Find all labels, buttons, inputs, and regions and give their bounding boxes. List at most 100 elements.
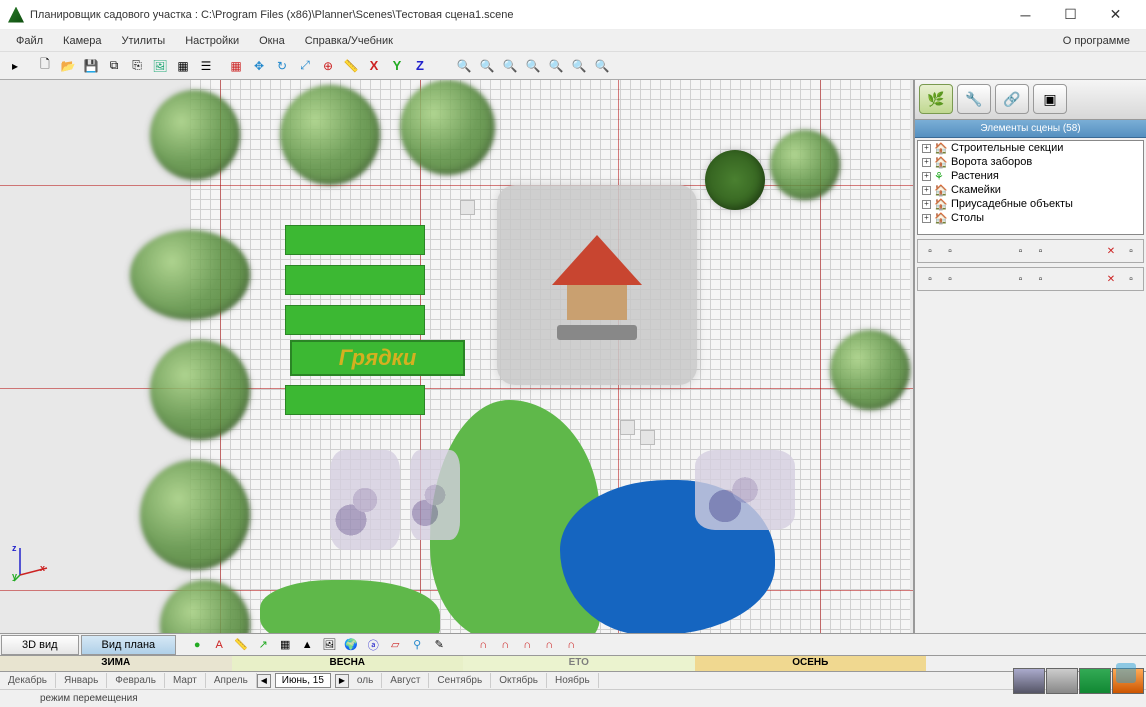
snap-3-icon[interactable]: 🔍 (499, 55, 521, 77)
month-oct[interactable]: Октябрь (491, 673, 547, 688)
axis-z-button[interactable]: Z (409, 55, 431, 77)
mini-btn-icon[interactable]: ▫ (921, 270, 939, 288)
snap-4-icon[interactable]: 🔍 (522, 55, 544, 77)
mini-btn-icon[interactable]: ▫ (941, 242, 959, 260)
magnet-icon[interactable]: ∩ (495, 636, 515, 654)
mini-btn-icon[interactable]: ▫ (1032, 270, 1050, 288)
rock-patch[interactable] (695, 450, 795, 530)
link-icon[interactable]: ⧉ (103, 55, 125, 77)
measure-icon[interactable]: 📏 (340, 55, 362, 77)
tab-3d-view[interactable]: 3D вид (1, 635, 79, 655)
month-jul[interactable]: оль (349, 673, 382, 688)
rock-patch[interactable] (330, 450, 400, 550)
menu-help[interactable]: Справка/Учебник (295, 32, 403, 50)
magnet-icon[interactable]: ∩ (473, 636, 493, 654)
bt-icon[interactable]: ▲ (297, 636, 317, 654)
tree-item[interactable]: +🏠Строительные секции (918, 141, 1143, 155)
mini-btn-icon[interactable]: ▫ (1012, 242, 1030, 260)
month-next-icon[interactable]: ▶ (335, 674, 349, 688)
menu-windows[interactable]: Окна (249, 32, 295, 50)
tab-link-icon[interactable]: 🔗 (995, 84, 1029, 114)
snap-7-icon[interactable]: 🔍 (591, 55, 613, 77)
bt-icon[interactable]: A (209, 636, 229, 654)
bt-icon[interactable]: 📏 (231, 636, 251, 654)
garden-bed[interactable] (285, 305, 425, 335)
tab-tools-icon[interactable]: 🔧 (957, 84, 991, 114)
bt-icon[interactable]: ● (187, 636, 207, 654)
garden-bed[interactable] (285, 265, 425, 295)
close-button[interactable]: ✕ (1093, 1, 1138, 29)
garden-bed-label[interactable]: Грядки (290, 340, 465, 376)
current-date[interactable]: Июнь, 15 (275, 673, 331, 688)
season-winter[interactable]: ЗИМА (0, 656, 232, 671)
open-file-icon[interactable]: 📂 (57, 55, 79, 77)
image-icon[interactable]: 🖼 (149, 55, 171, 77)
rotate-tool-icon[interactable]: ↻ (271, 55, 293, 77)
tree-item[interactable]: +🏠Ворота заборов (918, 155, 1143, 169)
house-preview-overlay[interactable] (497, 185, 697, 385)
axis-y-button[interactable]: Y (386, 55, 408, 77)
tree-item[interactable]: +🏠Скамейки (918, 183, 1143, 197)
menu-camera[interactable]: Камера (53, 32, 111, 50)
magnet-icon[interactable]: ∩ (561, 636, 581, 654)
frame-icon[interactable]: ▦ (172, 55, 194, 77)
magnet-icon[interactable]: ∩ (517, 636, 537, 654)
minimize-button[interactable]: ─ (1003, 1, 1048, 29)
tab-plants-icon[interactable]: 🌿 (919, 84, 953, 114)
bt-icon[interactable]: 🖼 (319, 636, 339, 654)
magnet-icon[interactable]: ∩ (539, 636, 559, 654)
axis-x-button[interactable]: X (363, 55, 385, 77)
delete-icon[interactable]: ✕ (1102, 242, 1120, 260)
bt-icon[interactable]: 🌍 (341, 636, 361, 654)
tab-plan-view[interactable]: Вид плана (81, 635, 177, 655)
month-mar[interactable]: Март (165, 673, 206, 688)
sky-thumb[interactable] (1079, 668, 1111, 694)
bt-icon[interactable]: ✎ (429, 636, 449, 654)
mini-btn-icon[interactable]: ▫ (1012, 270, 1030, 288)
mini-btn-icon[interactable]: ▫ (1032, 242, 1050, 260)
sky-thumb[interactable] (1013, 668, 1045, 694)
grid-toggle-icon[interactable]: ▦ (225, 55, 247, 77)
mini-btn-icon[interactable]: ▫ (1122, 270, 1140, 288)
mini-btn-icon[interactable]: ▫ (941, 270, 959, 288)
delete-icon[interactable]: ✕ (1102, 270, 1120, 288)
sky-thumb[interactable] (1046, 668, 1078, 694)
season-spring[interactable]: ВЕСНА (232, 656, 464, 671)
new-file-icon[interactable]: 🗋 (34, 55, 56, 77)
month-sep[interactable]: Сентябрь (429, 673, 491, 688)
tree-item[interactable]: +⚘Растения (918, 169, 1143, 183)
move-tool-icon[interactable]: ✥ (248, 55, 270, 77)
season-summer[interactable]: ЕТО (463, 656, 695, 671)
month-nov[interactable]: Ноябрь (547, 673, 599, 688)
select-tool-icon[interactable]: ▸ (4, 55, 26, 77)
bt-icon[interactable]: ⚲ (407, 636, 427, 654)
garden-bed[interactable] (285, 385, 425, 415)
target-icon[interactable]: ⊕ (317, 55, 339, 77)
mini-btn-icon[interactable]: ▫ (1122, 242, 1140, 260)
snap-1-icon[interactable]: 🔍 (453, 55, 475, 77)
month-jan[interactable]: Январь (56, 673, 107, 688)
menu-settings[interactable]: Настройки (175, 32, 249, 50)
scene-tree[interactable]: +🏠Строительные секции +🏠Ворота заборов +… (917, 140, 1144, 235)
maximize-button[interactable]: ☐ (1048, 1, 1093, 29)
snap-6-icon[interactable]: 🔍 (568, 55, 590, 77)
snap-2-icon[interactable]: 🔍 (476, 55, 498, 77)
bt-icon[interactable]: ▦ (275, 636, 295, 654)
scale-tool-icon[interactable]: ⤢ (294, 55, 316, 77)
garden-bed[interactable] (285, 225, 425, 255)
month-dec[interactable]: Декабрь (0, 673, 56, 688)
rock-patch[interactable] (410, 450, 460, 540)
season-autumn[interactable]: ОСЕНЬ (695, 656, 927, 671)
tree-item[interactable]: +🏠Приусадебные объекты (918, 197, 1143, 211)
tab-cube-icon[interactable]: ▣ (1033, 84, 1067, 114)
menu-utilities[interactable]: Утилиты (112, 32, 176, 50)
list-icon[interactable]: ☰ (195, 55, 217, 77)
bt-icon[interactable]: ▱ (385, 636, 405, 654)
month-apr[interactable]: Апрель (206, 673, 257, 688)
month-feb[interactable]: Февраль (107, 673, 165, 688)
menu-about[interactable]: О программе (1053, 32, 1140, 50)
viewport-canvas[interactable]: Грядки z x y (0, 80, 914, 633)
month-prev-icon[interactable]: ◀ (257, 674, 271, 688)
snap-5-icon[interactable]: 🔍 (545, 55, 567, 77)
mini-btn-icon[interactable]: ▫ (921, 242, 939, 260)
